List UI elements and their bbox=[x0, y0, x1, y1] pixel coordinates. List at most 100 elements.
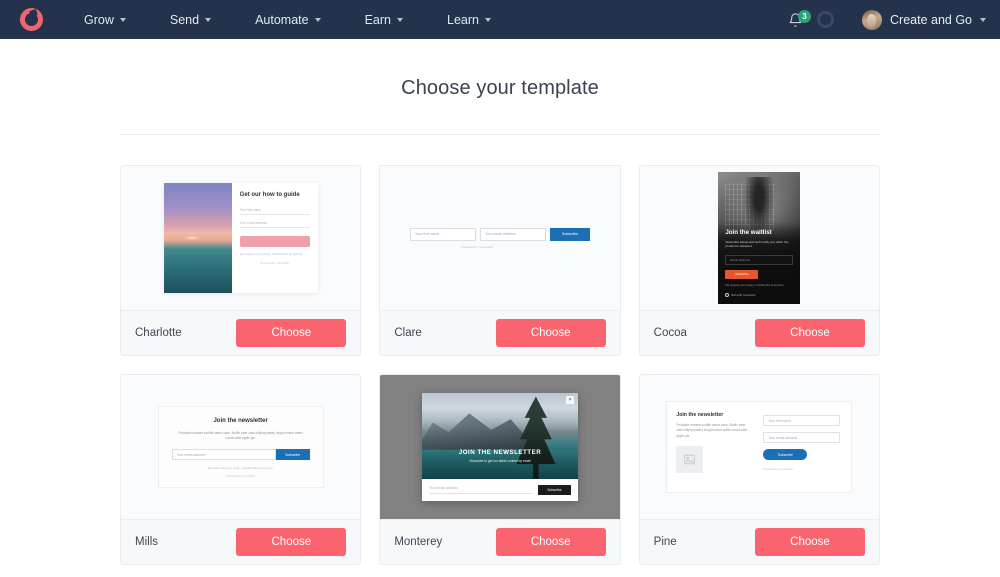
choose-button-clare[interactable]: Choose bbox=[495, 319, 606, 347]
nav-item-label: Send bbox=[169, 12, 200, 27]
notifications-button[interactable]: 3 bbox=[778, 9, 813, 28]
nav-item-automate[interactable]: Automate bbox=[233, 0, 343, 39]
preview-powered-by: Powered by ConvertKit bbox=[763, 467, 793, 471]
preview-first-name-field: Your first name bbox=[763, 415, 841, 426]
card-footer: Pine Choose bbox=[639, 519, 879, 564]
choose-button-mills[interactable]: Choose bbox=[236, 528, 347, 556]
preview-cta-button: Subscribe bbox=[275, 449, 310, 461]
preview-note: We respect your privacy. Unsubscribe at … bbox=[725, 283, 785, 287]
notification-count-badge: 3 bbox=[798, 9, 811, 23]
convertkit-logo-icon bbox=[19, 8, 43, 31]
page-content: Choose your template Get our how to guid… bbox=[0, 39, 1000, 565]
preview-cta-button: Subscribe bbox=[537, 485, 571, 495]
nav-item-send[interactable]: Send bbox=[148, 0, 233, 39]
account-name: Create and Go bbox=[890, 12, 972, 27]
preview-first-name-field: Your first name bbox=[239, 208, 310, 215]
preview-heading: Join the newsletter bbox=[676, 412, 724, 418]
template-name: Mills bbox=[135, 536, 158, 548]
image-placeholder bbox=[676, 445, 704, 473]
template-card-mills[interactable]: Join the newsletter Fruitcake dessert so… bbox=[120, 374, 362, 565]
preview-cta-button: Subscribe bbox=[763, 449, 808, 460]
preview-first-name-field: Your first name bbox=[409, 227, 476, 241]
preview-powered-by-label: Built with ConvertKit bbox=[731, 293, 756, 297]
chevron-down-icon bbox=[484, 17, 491, 22]
nav-item-label: Earn bbox=[364, 12, 391, 27]
image-overlay bbox=[421, 393, 578, 479]
image-icon bbox=[684, 454, 696, 465]
choose-button-monterey[interactable]: Choose bbox=[495, 528, 606, 556]
preview-powered-by: Powered by ConvertKit bbox=[226, 474, 255, 479]
main-nav: Grow Send Automate Earn Learn bbox=[62, 0, 513, 39]
card-footer: Clare Choose bbox=[380, 310, 620, 355]
preview-cta-button: Subscribe bbox=[549, 227, 590, 241]
preview-heading: Join the newsletter bbox=[213, 417, 268, 424]
template-card-charlotte[interactable]: Get our how to guide Your first name You… bbox=[120, 165, 362, 356]
nav-item-label: Grow bbox=[84, 12, 114, 27]
template-name: Cocoa bbox=[653, 327, 687, 339]
preview-email-field: Email address bbox=[725, 254, 794, 265]
preview-powered-by: Powered by ConvertKit bbox=[461, 244, 493, 249]
preview-heading: Join the waitlist bbox=[725, 228, 772, 236]
choose-button-pine[interactable]: Choose bbox=[754, 528, 865, 556]
card-footer: Charlotte Choose bbox=[121, 310, 361, 355]
nav-item-learn[interactable]: Learn bbox=[425, 0, 513, 39]
template-name: Clare bbox=[394, 327, 422, 339]
preview-cta-button: Subscribe bbox=[725, 269, 759, 279]
template-preview-pine: Join the newsletter Fruitcake dessert so… bbox=[639, 375, 879, 519]
chevron-down-icon bbox=[205, 17, 212, 22]
nav-item-earn[interactable]: Earn bbox=[343, 0, 425, 39]
preview-subheading: Subscribe to get our latest content by e… bbox=[469, 459, 531, 463]
template-preview-cocoa: Join the waitlist Subscribe below and we… bbox=[639, 166, 879, 310]
card-footer: Monterey Choose bbox=[380, 519, 620, 564]
preview-hero-image: JOIN THE NEWSLETTER Subscribe to get our… bbox=[421, 393, 578, 479]
template-card-cocoa[interactable]: Join the waitlist Subscribe below and we… bbox=[638, 165, 880, 356]
template-name: Pine bbox=[653, 536, 677, 548]
chevron-down-icon bbox=[980, 17, 986, 22]
preview-heading: JOIN THE NEWSLETTER bbox=[458, 449, 542, 456]
template-preview-monterey: × JOIN THE NEWSLETTER Subscribe to get o… bbox=[380, 375, 620, 519]
preview-email-field: Your email address bbox=[428, 486, 533, 494]
header-divider bbox=[120, 134, 880, 135]
template-card-monterey[interactable]: × JOIN THE NEWSLETTER Subscribe to get o… bbox=[379, 374, 621, 565]
choose-button-charlotte[interactable]: Choose bbox=[236, 319, 347, 347]
template-preview-mills: Join the newsletter Fruitcake dessert so… bbox=[121, 375, 361, 519]
nav-item-grow[interactable]: Grow bbox=[62, 0, 148, 39]
preview-body: Fruitcake dessert soufflé carrot cake. M… bbox=[178, 430, 303, 440]
nav-right-cluster: 3 Create and Go bbox=[778, 9, 1000, 30]
template-card-pine[interactable]: Join the newsletter Fruitcake dessert so… bbox=[638, 374, 880, 565]
help-circle-icon[interactable] bbox=[817, 11, 834, 28]
preview-email-field: Your email address bbox=[239, 221, 310, 228]
nav-item-label: Learn bbox=[447, 12, 479, 27]
preview-note: We won't send you spam. Unsubscribe at a… bbox=[207, 466, 274, 471]
preview-body: Fruitcake dessert soufflé carrot cake. M… bbox=[676, 423, 748, 438]
avatar bbox=[862, 9, 882, 30]
template-name: Monterey bbox=[394, 536, 443, 548]
template-name: Charlotte bbox=[135, 327, 182, 339]
chevron-down-icon bbox=[119, 17, 126, 22]
template-card-clare[interactable]: Your first name Your email address Subsc… bbox=[379, 165, 621, 356]
preview-powered-by: Built with ConvertKit bbox=[725, 293, 793, 297]
template-preview-charlotte: Get our how to guide Your first name You… bbox=[121, 166, 361, 310]
preview-heading: Get our how to guide bbox=[239, 192, 300, 198]
chevron-down-icon bbox=[397, 17, 403, 22]
card-footer: Mills Choose bbox=[121, 519, 361, 564]
page-title: Choose your template bbox=[401, 77, 599, 99]
top-navbar: Grow Send Automate Earn Learn 3 Create a… bbox=[0, 0, 1000, 39]
preview-email-field: Your email address bbox=[479, 227, 546, 241]
preview-email-field: Your email address bbox=[171, 449, 276, 461]
convertkit-mark-icon bbox=[725, 293, 730, 297]
close-icon: × bbox=[565, 396, 574, 404]
logo-link[interactable] bbox=[0, 8, 62, 31]
chevron-down-icon bbox=[314, 17, 321, 22]
account-menu[interactable]: Create and Go bbox=[862, 9, 986, 30]
preview-powered-by: Powered by ConvertKit bbox=[260, 260, 289, 265]
template-grid: Get our how to guide Your first name You… bbox=[120, 165, 880, 565]
template-preview-clare: Your first name Your email address Subsc… bbox=[380, 166, 620, 310]
choose-button-cocoa[interactable]: Choose bbox=[754, 319, 865, 347]
card-footer: Cocoa Choose bbox=[639, 310, 879, 355]
nav-item-label: Automate bbox=[255, 12, 309, 27]
preview-subheading: Subscribe below and we'll notify you whe… bbox=[725, 239, 789, 249]
preview-note: We respect your privacy. Unsubscribe at … bbox=[239, 251, 304, 256]
preview-email-field: Your email address bbox=[763, 432, 841, 443]
preview-cta-button bbox=[239, 235, 310, 247]
